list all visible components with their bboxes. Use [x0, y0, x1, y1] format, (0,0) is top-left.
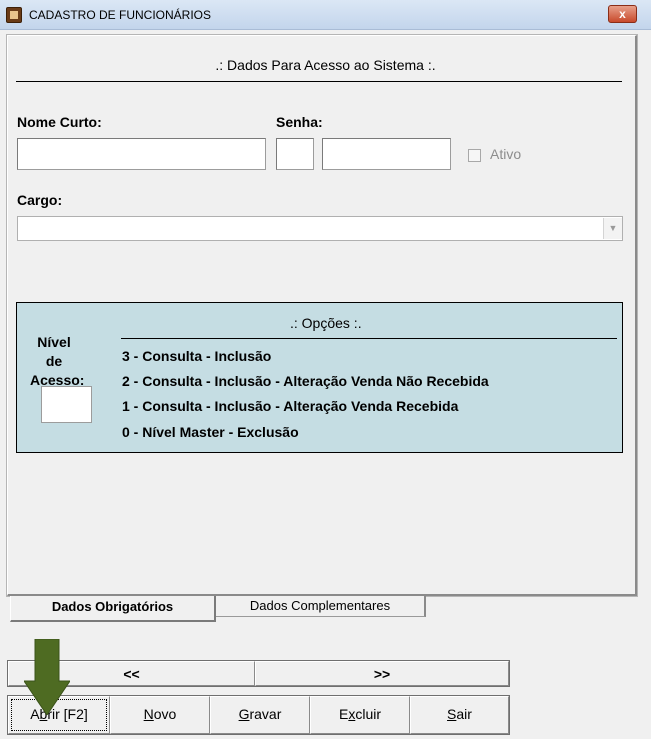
tab-dados-complementares[interactable]: Dados Complementares: [215, 596, 426, 617]
options-title: .: Opções :.: [290, 315, 362, 331]
novo-button[interactable]: Novo: [110, 696, 210, 734]
options-divider: [121, 338, 617, 339]
nav-bar: << >>: [7, 660, 510, 687]
cargo-select[interactable]: [17, 216, 623, 241]
nivel-acesso-label: Nível de Acesso:: [30, 333, 84, 390]
senha-prefix-input[interactable]: [276, 138, 314, 170]
close-button[interactable]: x: [608, 5, 637, 23]
tab-dados-obrigatorios[interactable]: Dados Obrigatórios: [10, 596, 216, 622]
ativo-checkbox[interactable]: [468, 149, 481, 162]
gravar-button[interactable]: Gravar: [210, 696, 310, 734]
section-title: .: Dados Para Acesso ao Sistema :.: [215, 57, 436, 73]
senha-input[interactable]: [322, 138, 451, 170]
nome-curto-label: Nome Curto:: [17, 114, 102, 130]
sair-button[interactable]: Sair: [410, 696, 509, 734]
option-item: 2 - Consulta - Inclusão - Alteração Vend…: [122, 373, 489, 389]
section-divider: [16, 81, 622, 82]
option-item: 1 - Consulta - Inclusão - Alteração Vend…: [122, 398, 459, 414]
excluir-button[interactable]: Excluir: [310, 696, 410, 734]
senha-label: Senha:: [276, 114, 323, 130]
nome-curto-input[interactable]: [17, 138, 266, 170]
option-item: 0 - Nível Master - Exclusão: [122, 424, 299, 440]
option-item: 3 - Consulta - Inclusão: [122, 348, 272, 364]
nivel-label-line1: Nível de: [37, 334, 71, 369]
chevron-down-icon[interactable]: ▼: [603, 218, 622, 239]
action-bar: Abrir [F2] Novo Gravar Excluir Sair: [7, 695, 510, 735]
app-icon: [6, 7, 22, 23]
cargo-label: Cargo:: [17, 192, 63, 208]
next-button[interactable]: >>: [255, 661, 509, 686]
nivel-acesso-input[interactable]: [41, 386, 92, 423]
down-arrow-icon: [24, 639, 70, 715]
ativo-label: Ativo: [490, 146, 522, 162]
window-title: CADASTRO DE FUNCIONÁRIOS: [29, 8, 212, 22]
